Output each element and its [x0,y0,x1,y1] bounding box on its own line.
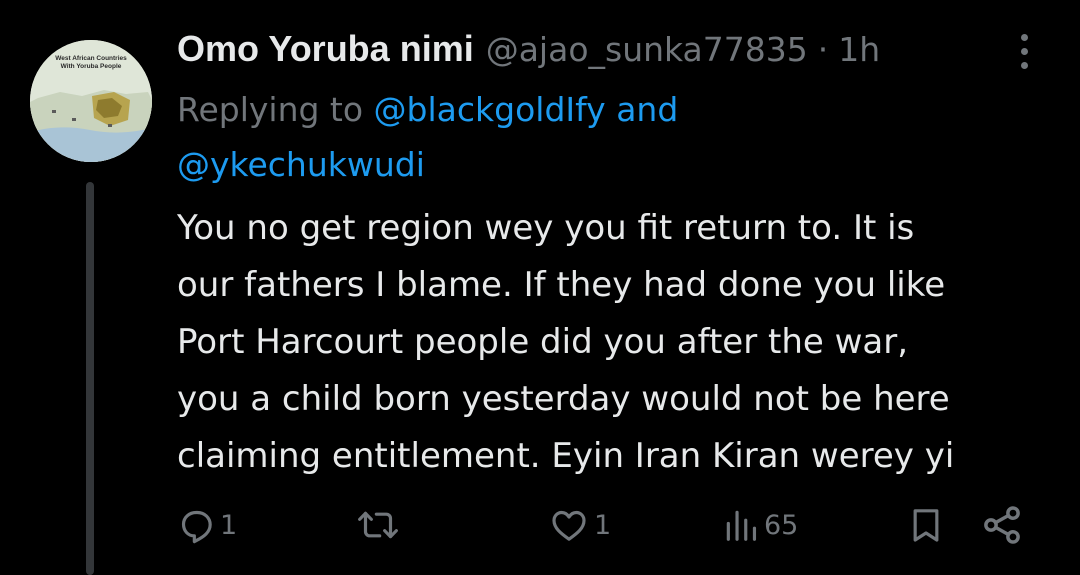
share-button[interactable] [980,500,1024,550]
tweet-body-line: claiming entitlement. Eyin Iran Kiran we… [177,436,955,476]
tweet-body-line: Port Harcourt people did you after the w… [177,322,909,362]
mention-link-1[interactable]: @blackgoldIfy [374,90,606,129]
tweet-body-line: our fathers I blame. If they had done yo… [177,265,946,305]
avatar-caption-line-1: West African Countries [55,55,127,62]
views-icon [726,510,757,541]
reply-button[interactable]: 1 [176,500,237,550]
avatar-caption-line-2: With Yoruba People [61,63,122,70]
separator-dot: · [817,29,829,69]
tweet-header: Omo Yoruba nimi @ajao_sunka77835 · 1h [177,24,880,74]
tweet-body-line: you a child born yesterday would not be … [177,379,950,419]
retweet-button[interactable] [356,500,404,550]
mention-joiner: and [616,90,679,129]
replying-to: Replying to @blackgoldIfy and @ykechukwu… [177,82,997,192]
bookmark-button[interactable] [906,500,946,550]
like-count: 1 [594,509,612,541]
retweet-icon [358,511,398,539]
reply-icon [181,510,212,544]
display-name[interactable]: Omo Yoruba nimi [177,28,474,70]
more-icon[interactable] [1006,28,1042,74]
views-button[interactable]: 65 [722,500,798,550]
share-icon [984,506,1020,544]
tweet-body-line: You no get region wey you fit return to.… [177,208,915,248]
views-count: 65 [764,509,799,541]
like-icon [552,510,586,541]
action-bar: 1 1 65 [0,500,1080,550]
avatar[interactable]: West African Countries With Yoruba Peopl… [30,40,152,162]
bookmark-icon [913,509,939,542]
user-handle[interactable]: @ajao_sunka77835 [486,30,808,69]
timestamp[interactable]: 1h [838,30,880,69]
avatar-map-image: West African Countries With Yoruba Peopl… [30,40,152,162]
reply-count: 1 [220,509,238,541]
replying-prefix: Replying to [177,90,364,129]
tweet-body: You no get region wey you fit return to.… [177,200,1057,485]
mention-link-2[interactable]: @ykechukwudi [177,145,425,184]
like-button[interactable]: 1 [548,500,611,550]
